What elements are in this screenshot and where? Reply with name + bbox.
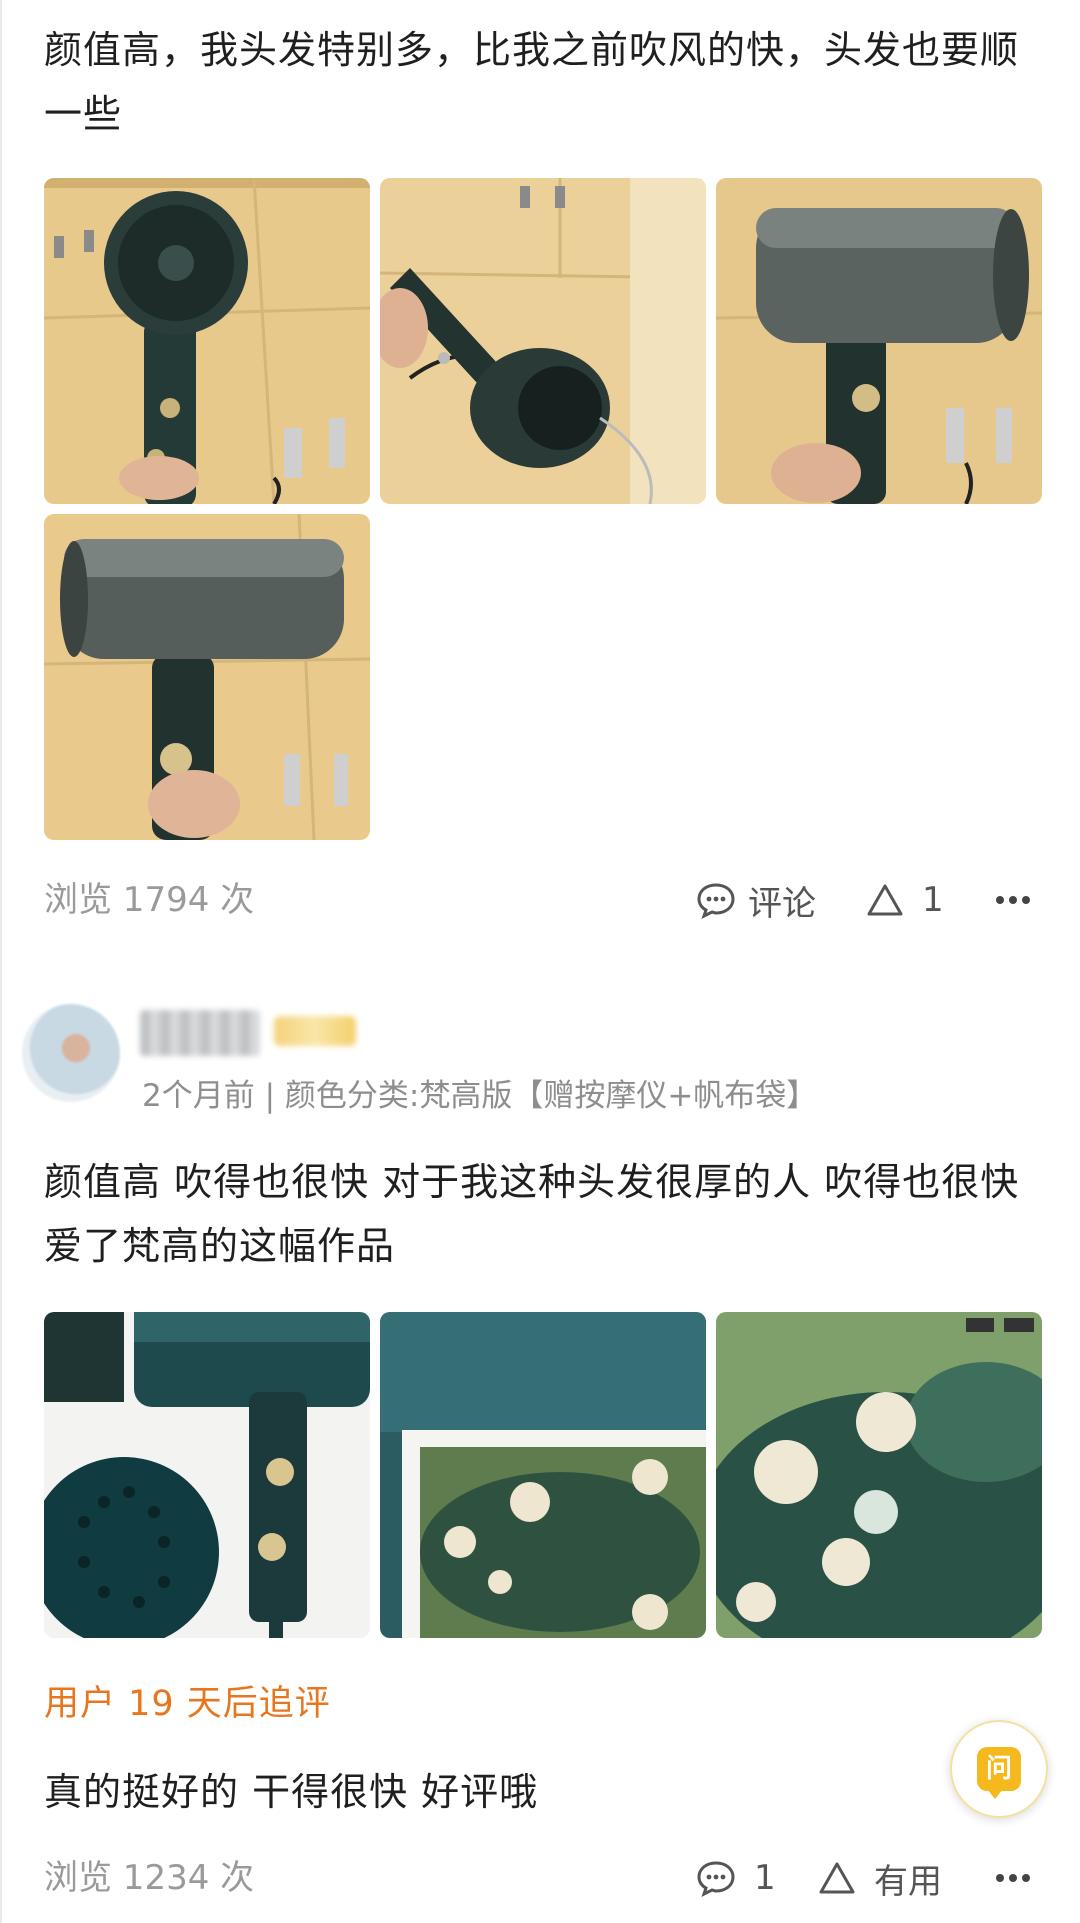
comment-button[interactable]: 评论 (696, 870, 816, 930)
review-text: 颜值高，我头发特别多，比我之前吹风的快，头发也要顺一些 (44, 28, 1020, 136)
review-photo[interactable] (44, 514, 370, 840)
review-text: 颜值高 吹得也很快 对于我这种头发很厚的人 吹得也很快 爱了梵高的这幅作品 (44, 1160, 1020, 1268)
followup-text: 真的挺好的 干得很快 好评哦 (44, 1770, 539, 1814)
followup-title: 用户 19 天后追评 (44, 1684, 331, 1724)
triangle-like-icon (819, 1862, 855, 1894)
review-photo[interactable] (716, 1312, 1042, 1638)
comment-label: 评论 (748, 883, 816, 924)
comment-icon (697, 1861, 735, 1897)
like-count: 1 (922, 880, 944, 920)
more-options-button[interactable] (991, 1848, 1030, 1908)
question-icon: 问 (977, 1747, 1021, 1799)
review-footer: 浏览 1794 次 评论 1 (44, 870, 1038, 930)
review-photo[interactable] (380, 178, 706, 504)
comment-button[interactable]: 1 (696, 1848, 776, 1908)
comment-count: 1 (754, 1858, 776, 1898)
review-photo[interactable] (716, 178, 1042, 504)
review-photo[interactable] (44, 1312, 370, 1638)
username-blurred (140, 1010, 260, 1056)
more-icon (991, 896, 1030, 904)
useful-label: 有用 (874, 1861, 942, 1902)
review-photo[interactable] (44, 178, 370, 504)
view-count: 浏览 1794 次 (44, 880, 255, 920)
review-footer: 浏览 1234 次 1 有用 (44, 1848, 1038, 1908)
more-icon (991, 1874, 1030, 1882)
ask-floating-button[interactable]: 问 (950, 1720, 1048, 1818)
review-meta: 2个月前 | 颜色分类:梵高版【赠按摩仪+帆布袋】 (142, 1078, 818, 1114)
more-options-button[interactable] (991, 870, 1030, 930)
view-count: 浏览 1234 次 (44, 1858, 255, 1898)
avatar[interactable] (22, 1004, 120, 1102)
like-button[interactable]: 1 (866, 870, 944, 930)
left-edge-divider (0, 0, 2, 1923)
comment-icon (697, 883, 735, 919)
useful-button[interactable]: 有用 (818, 1848, 942, 1908)
member-badge-blurred (274, 1016, 356, 1046)
review-photo[interactable] (380, 1312, 706, 1638)
triangle-like-icon (867, 884, 903, 916)
